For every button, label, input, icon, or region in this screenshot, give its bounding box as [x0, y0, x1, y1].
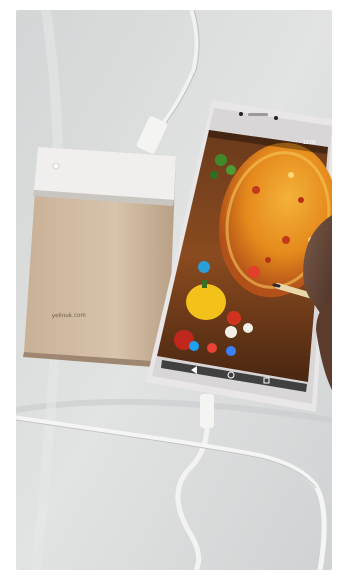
usb-plug-bottom [200, 394, 214, 428]
photo [16, 10, 332, 570]
powerbank-brand-label: yelinuk.com [51, 312, 86, 320]
power-bank [23, 147, 176, 368]
app-icon [226, 346, 236, 356]
app-icon [248, 266, 260, 278]
app-icon [189, 341, 199, 351]
status-bar-time: 12:09 [303, 140, 316, 146]
app-icon [207, 343, 217, 353]
yellow-pepper [186, 284, 226, 320]
photo-stage: yelinuk.com 12:09 [0, 0, 346, 575]
app-icon [198, 261, 210, 273]
